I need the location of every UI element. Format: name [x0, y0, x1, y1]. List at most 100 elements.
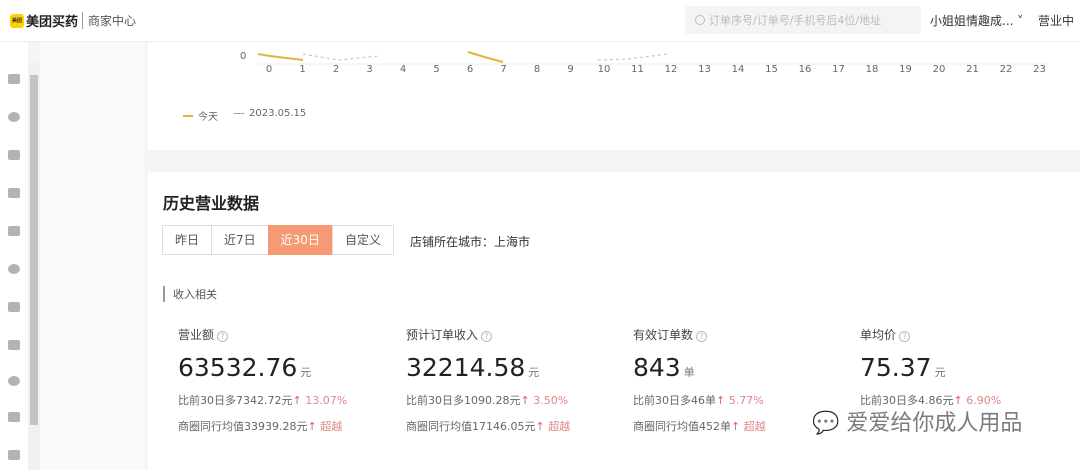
- x-tick-label: 10: [597, 64, 611, 75]
- metric-unit: 元: [300, 366, 312, 379]
- shop-status: 营业中: [1038, 14, 1075, 28]
- x-tick-label: 16: [798, 64, 812, 75]
- metric-peer-result: 超越: [320, 420, 343, 433]
- search-placeholder: 订单序号/订单号/手机号后4位/地址: [709, 14, 882, 27]
- x-tick-label: 17: [832, 64, 845, 75]
- x-tick-label: 8: [533, 64, 541, 75]
- user-icon[interactable]: [8, 412, 20, 422]
- metric-unit: 单: [683, 366, 695, 379]
- shop-status-selector[interactable]: 营业中: [1038, 12, 1074, 29]
- help-icon[interactable]: ?: [899, 331, 911, 342]
- logo-mark: 美团: [10, 13, 24, 28]
- arrow-up-icon: ↑: [292, 394, 306, 407]
- x-tick-label: 6: [466, 64, 474, 75]
- date-range-tabs: 昨日 近7日 近30日 自定义: [162, 225, 394, 255]
- sidebar: [0, 42, 28, 470]
- order-search-input[interactable]: 订单序号/订单号/手机号后4位/地址: [685, 6, 921, 34]
- metric-compare-pct: 3.50%: [533, 394, 569, 407]
- metric-label: 单均价: [860, 328, 897, 342]
- x-tick-label: 15: [765, 64, 778, 75]
- store-city: 店铺所在城市：上海市: [410, 235, 531, 249]
- x-tick-label: 9: [567, 64, 574, 75]
- product-icon[interactable]: [8, 188, 20, 198]
- watermark-text: 爱爱给你成人用品: [846, 411, 1023, 436]
- series-compare-segment: [302, 53, 379, 61]
- x-tick-label: 2: [332, 64, 340, 75]
- metric-value: 32214.58: [406, 353, 526, 382]
- x-tick-label: 1: [299, 64, 306, 75]
- arrow-up-icon: ↑: [535, 420, 549, 433]
- metric-compare: 比前30日多46单: [633, 394, 716, 407]
- section-title: 历史营业数据: [163, 194, 260, 213]
- metric-unit: 元: [934, 366, 946, 379]
- brand-name: 美团买药: [26, 15, 79, 30]
- x-tick-label: 5: [433, 64, 440, 75]
- metric-label: 预计订单收入: [406, 328, 479, 342]
- metric-card: 营业额? 63532.76 元 比前30日多7342.72元↑ 13.07% 商圈…: [178, 326, 398, 434]
- metric-value: 63532.76: [178, 353, 298, 382]
- series-today-segment: [467, 51, 504, 63]
- shop-name: 小姐姐情趣成...: [930, 14, 1014, 28]
- x-tick-label: 4: [399, 64, 407, 75]
- chart-lines: [257, 51, 1048, 65]
- watermark: 💬 爱爱给你成人用品: [812, 411, 1023, 436]
- metric-peer-result: 超越: [548, 420, 571, 433]
- x-tick-label: 14: [731, 64, 745, 75]
- metric-compare: 比前30日多7342.72元: [178, 394, 293, 407]
- tab-yesterday[interactable]: 昨日: [162, 225, 213, 255]
- shop-selector[interactable]: 小姐姐情趣成... ˅: [930, 12, 1023, 29]
- logo[interactable]: 美团 美团买药 商家中心: [10, 11, 136, 30]
- gift-icon[interactable]: [8, 226, 20, 236]
- metric-compare: 比前30日多1090.28元: [406, 394, 521, 407]
- legend-item-compare[interactable]: 2023.05.15: [234, 108, 306, 119]
- metric-peer-result: 超越: [743, 420, 766, 433]
- metric-unit: 元: [528, 366, 540, 379]
- metric-label: 营业额: [178, 328, 215, 342]
- x-tick-label: 20: [932, 64, 946, 75]
- x-tick-label: 11: [631, 64, 644, 75]
- x-tick-label: 23: [1033, 64, 1046, 75]
- metric-peer: 商圈同行均值33939.28元: [178, 420, 308, 433]
- x-tick-label: 21: [966, 64, 979, 75]
- help-icon[interactable]: ?: [481, 331, 493, 342]
- arrow-up-icon: ↑: [716, 394, 729, 407]
- x-tick-label: 13: [698, 64, 711, 75]
- brand-subtitle: 商家中心: [82, 12, 136, 29]
- x-tick-label: 22: [999, 64, 1013, 75]
- chevron-down-icon: ˅: [1013, 14, 1024, 28]
- metric-peer: 商圈同行均值17146.05元: [406, 420, 536, 433]
- metric-compare-pct: 5.77%: [728, 394, 764, 407]
- sub-navigation-panel: [40, 42, 145, 470]
- help-icon[interactable]: ?: [696, 331, 708, 342]
- series-today-segment: [257, 53, 304, 61]
- legend-item-today[interactable]: 今天: [183, 108, 218, 123]
- metric-peer: 商圈同行均值452单: [633, 420, 731, 433]
- metric-card: 预计订单收入? 32214.58 元 比前30日多1090.28元↑ 3.50% …: [406, 326, 626, 434]
- scrollbar-thumb[interactable]: [30, 75, 38, 425]
- income-subsection-label: 收入相关: [163, 286, 217, 302]
- metric-value: 843: [633, 353, 681, 382]
- store-icon[interactable]: [8, 340, 20, 350]
- heart-icon[interactable]: [8, 264, 20, 274]
- dashboard-icon[interactable]: [8, 74, 20, 84]
- arrow-up-icon: ↑: [307, 420, 321, 433]
- metric-card: 单均价? 75.37 元 比前30日多4.86元↑ 6.90%: [860, 326, 1080, 408]
- arrow-up-icon: ↑: [520, 394, 534, 407]
- order-icon[interactable]: [8, 150, 20, 160]
- tab-custom[interactable]: 自定义: [331, 225, 394, 255]
- account-icon[interactable]: [8, 450, 20, 460]
- x-tick-label: 3: [366, 64, 373, 75]
- help-icon[interactable]: ?: [217, 331, 229, 342]
- x-tick-label: 18: [865, 64, 879, 75]
- x-tick-label: 19: [899, 64, 912, 75]
- tab-7-days[interactable]: 近7日: [211, 225, 269, 255]
- tab-30-days[interactable]: 近30日: [267, 225, 333, 255]
- x-tick-label: 7: [500, 64, 507, 75]
- bike-icon[interactable]: [8, 302, 20, 312]
- settings-icon[interactable]: [8, 376, 20, 386]
- metric-compare-pct: 13.07%: [305, 394, 348, 407]
- legend-label: 2023.05.15: [249, 108, 307, 119]
- x-tick-label: 12: [664, 64, 678, 75]
- top-bar: 美团 美团买药 商家中心 订单序号/订单号/手机号后4位/地址 小姐姐情趣成..…: [0, 0, 1080, 42]
- chart-pie-icon[interactable]: [8, 112, 20, 122]
